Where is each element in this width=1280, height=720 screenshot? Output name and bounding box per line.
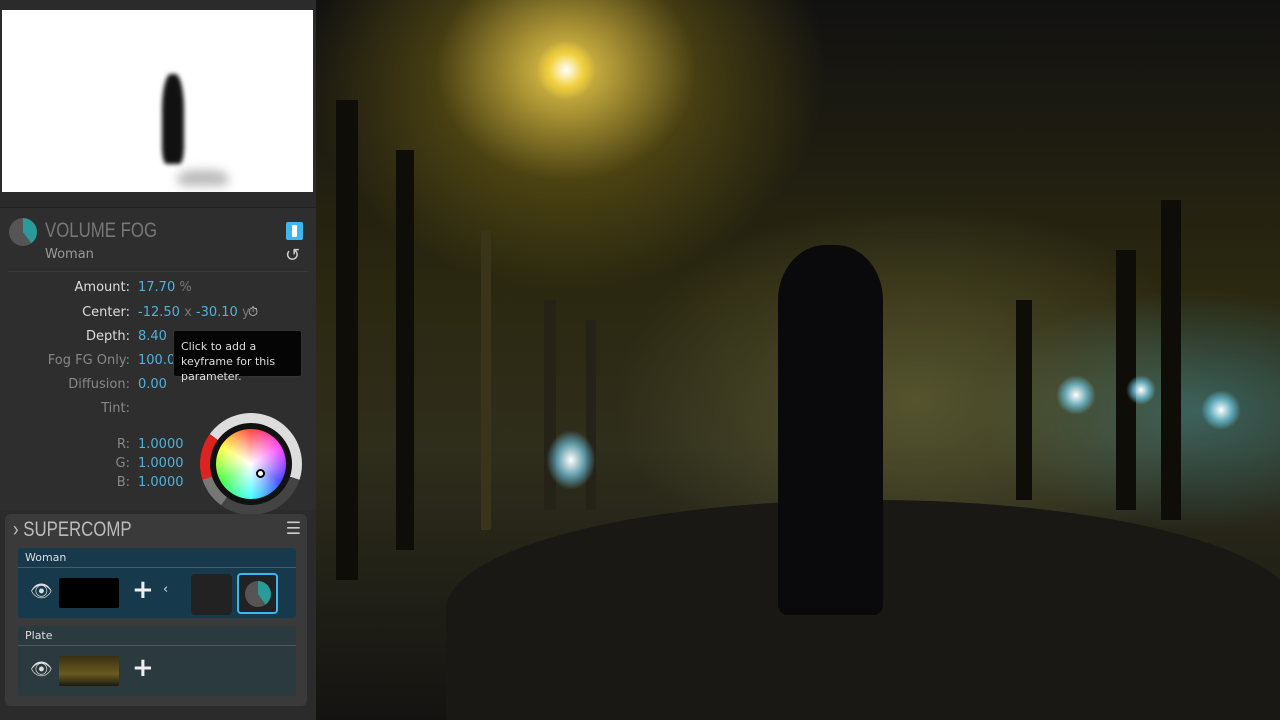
- center-x: -12.50: [138, 305, 180, 320]
- color-wheel[interactable]: [200, 413, 302, 515]
- amount-unit: %: [179, 280, 192, 295]
- matte-figure: [162, 74, 184, 164]
- param-diffusion: Diffusion: 0.00: [0, 377, 316, 397]
- lamp-post: [481, 230, 491, 530]
- param-center: Center: -12.50 x -30.10 y ⏱: [0, 305, 316, 325]
- blue-light: [1201, 390, 1241, 430]
- tint-b-value[interactable]: 1.0000: [138, 475, 184, 490]
- effect-title: VOLUME FOG: [45, 219, 158, 242]
- param-label: Diffusion:: [68, 377, 130, 392]
- tint-r-label: R:: [116, 437, 130, 452]
- tint-g-label: G:: [115, 456, 130, 471]
- effect-layer-name: Woman: [45, 247, 94, 262]
- supercomp-title-text: SUPERCOMP: [23, 518, 132, 541]
- tint-g-value[interactable]: 1.0000: [138, 456, 184, 471]
- center-y: -30.10: [195, 305, 238, 320]
- supercomp-title[interactable]: › SUPERCOMP: [13, 518, 132, 542]
- param-label: Depth:: [86, 329, 130, 344]
- blue-light: [546, 430, 596, 490]
- divider: [8, 271, 308, 272]
- reset-icon[interactable]: ↺: [285, 245, 300, 266]
- keyframe-stopwatch-icon[interactable]: ⏱: [248, 305, 258, 320]
- street-light: [536, 40, 596, 100]
- chevron-right-icon: ›: [13, 518, 19, 541]
- layer-thumbnail: [59, 656, 119, 686]
- tree: [1161, 200, 1181, 520]
- layer-thumbnail: [59, 578, 119, 608]
- tree: [336, 100, 358, 580]
- eye-icon[interactable]: 👁: [30, 581, 53, 602]
- layer-name: Plate: [18, 626, 296, 646]
- param-label: Center:: [82, 305, 130, 320]
- diffusion-value[interactable]: 0.00: [138, 377, 167, 392]
- matte-shadow: [178, 170, 228, 186]
- param-amount: Amount: 17.70 %: [0, 280, 316, 300]
- param-label: Fog FG Only:: [47, 353, 130, 368]
- layer-name: Woman: [18, 548, 296, 568]
- keyframe-tooltip: Click to add a keyframe for this paramet…: [173, 330, 302, 383]
- blue-light: [1056, 375, 1096, 415]
- tree: [396, 150, 414, 550]
- layer-plate[interactable]: Plate 👁 +: [18, 626, 296, 696]
- add-effect-button[interactable]: +: [132, 575, 154, 605]
- tint-b-label: B:: [116, 475, 130, 490]
- depth-value[interactable]: 8.40: [138, 329, 167, 344]
- center-x-unit: x: [184, 305, 192, 320]
- blue-light: [1126, 375, 1156, 405]
- eye-icon[interactable]: 👁: [30, 659, 53, 680]
- volume-fog-panel: VOLUME FOG Woman ↺ Amount: 17.70 % Cente…: [0, 207, 316, 515]
- fog-effect-node-icon[interactable]: [191, 574, 232, 615]
- center-value[interactable]: -12.50 x -30.10 y: [138, 305, 250, 320]
- param-label: Tint:: [101, 401, 130, 416]
- chevron-left-icon[interactable]: ‹: [163, 582, 168, 597]
- param-label: Amount:: [74, 280, 130, 295]
- amount-value[interactable]: 17.70 %: [138, 280, 192, 295]
- enable-toggle[interactable]: [286, 222, 303, 240]
- tree: [1016, 300, 1032, 500]
- volume-fog-node-icon[interactable]: [237, 573, 278, 614]
- layer-woman[interactable]: Woman 👁 + ‹: [18, 548, 296, 618]
- add-effect-button[interactable]: +: [132, 653, 154, 683]
- amount-number: 17.70: [138, 280, 176, 295]
- settings-sliders-icon[interactable]: ☰: [286, 519, 301, 539]
- woman-silhouette: [778, 245, 883, 615]
- composite-viewer: [316, 0, 1280, 720]
- matte-preview: [2, 10, 313, 192]
- left-panel: VOLUME FOG Woman ↺ Amount: 17.70 % Cente…: [0, 0, 316, 720]
- volume-fog-logo-icon: [9, 218, 37, 246]
- supercomp-panel: › SUPERCOMP ☰ Woman 👁 + ‹ Plate 👁 +: [5, 514, 307, 706]
- color-wheel-handle[interactable]: [256, 469, 265, 478]
- tint-r-value[interactable]: 1.0000: [138, 437, 184, 452]
